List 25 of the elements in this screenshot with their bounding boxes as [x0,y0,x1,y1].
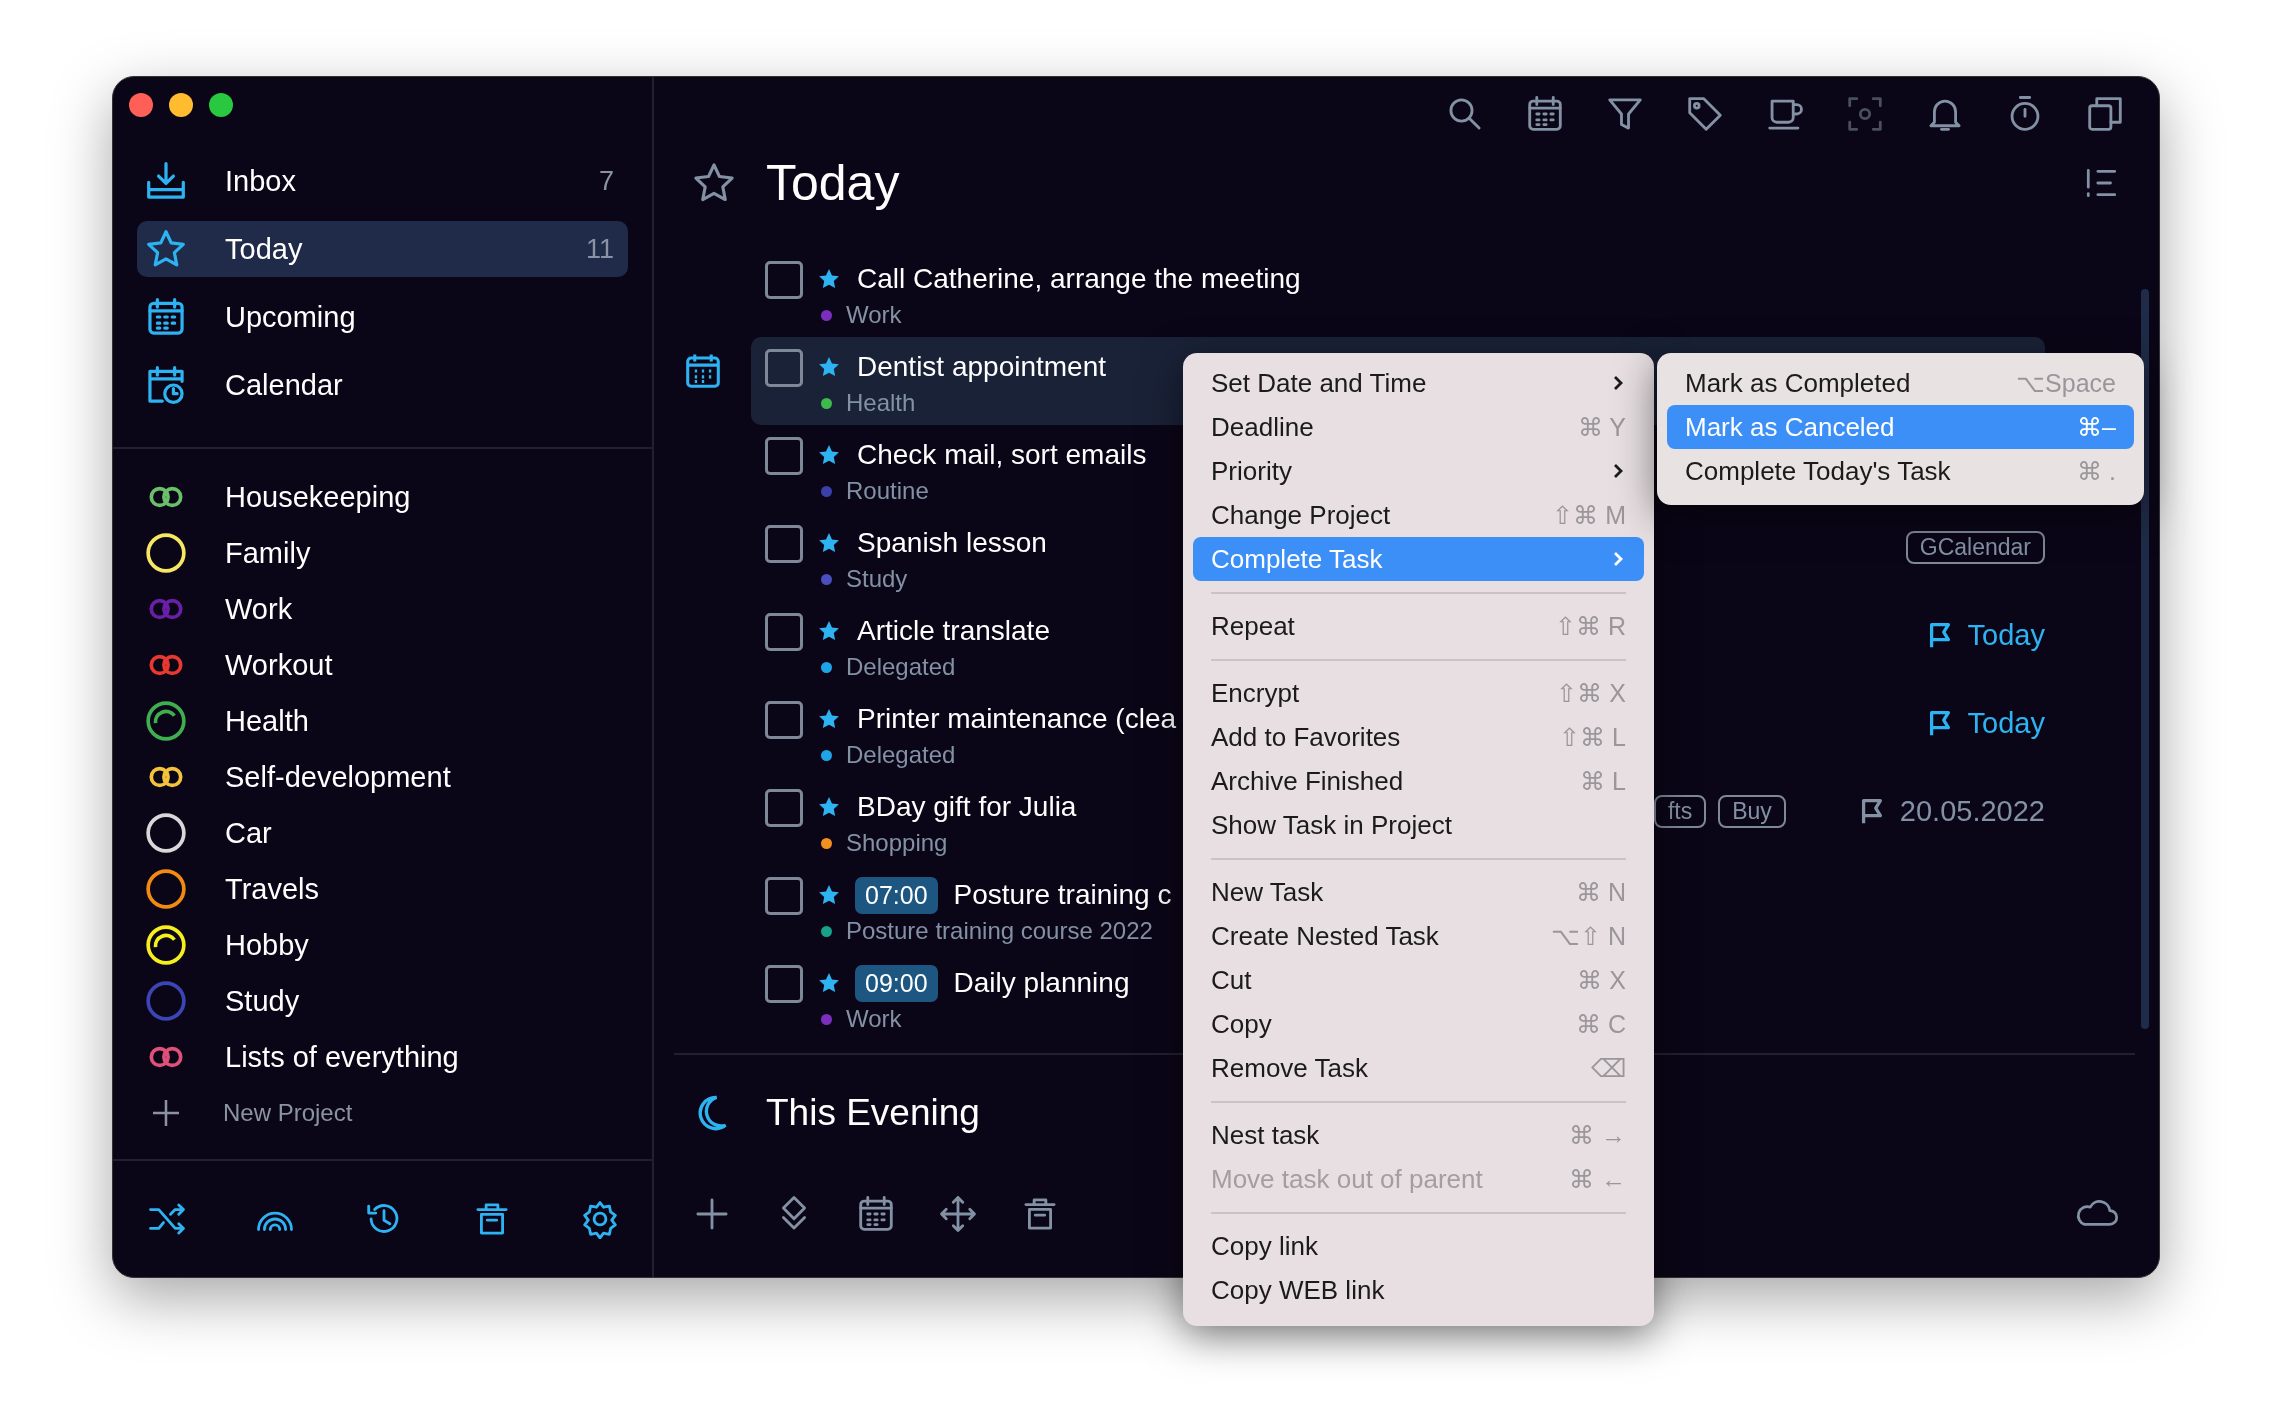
due-date: Today [1967,706,2045,740]
task-title: Spanish lesson [857,527,1047,559]
task-title: Article translate [857,615,1050,647]
time-badge: 07:00 [855,876,938,914]
due-date: 20.05.2022 [1899,794,2045,828]
task-title: Call Catherine, arrange the meeting [857,263,1301,295]
due-date: Today [1967,618,2045,652]
task-title: Posture training c [953,879,1172,911]
task-title: Dentist appointment [857,351,1107,383]
task-project: Study [846,565,908,593]
task-project: Delegated [846,653,956,681]
task-title: Printer maintenance (clea [857,703,1177,735]
task-project: Shopping [846,829,948,857]
task-project: Health [846,389,916,417]
task-project: Delegated [846,741,956,769]
task-project: Routine [846,477,929,505]
task-title: Check mail, sort emails [857,439,1147,471]
time-badge: 09:00 [855,964,938,1002]
task-project: Work [846,1005,902,1033]
section-title: This Evening [766,1092,980,1134]
task-title: BDay gift for Julia [857,791,1077,823]
page-title: Today [766,154,901,212]
task-project: Posture training course 2022 [846,917,1153,945]
task-title: Daily planning [953,967,1130,999]
task-project: Work [846,301,902,329]
